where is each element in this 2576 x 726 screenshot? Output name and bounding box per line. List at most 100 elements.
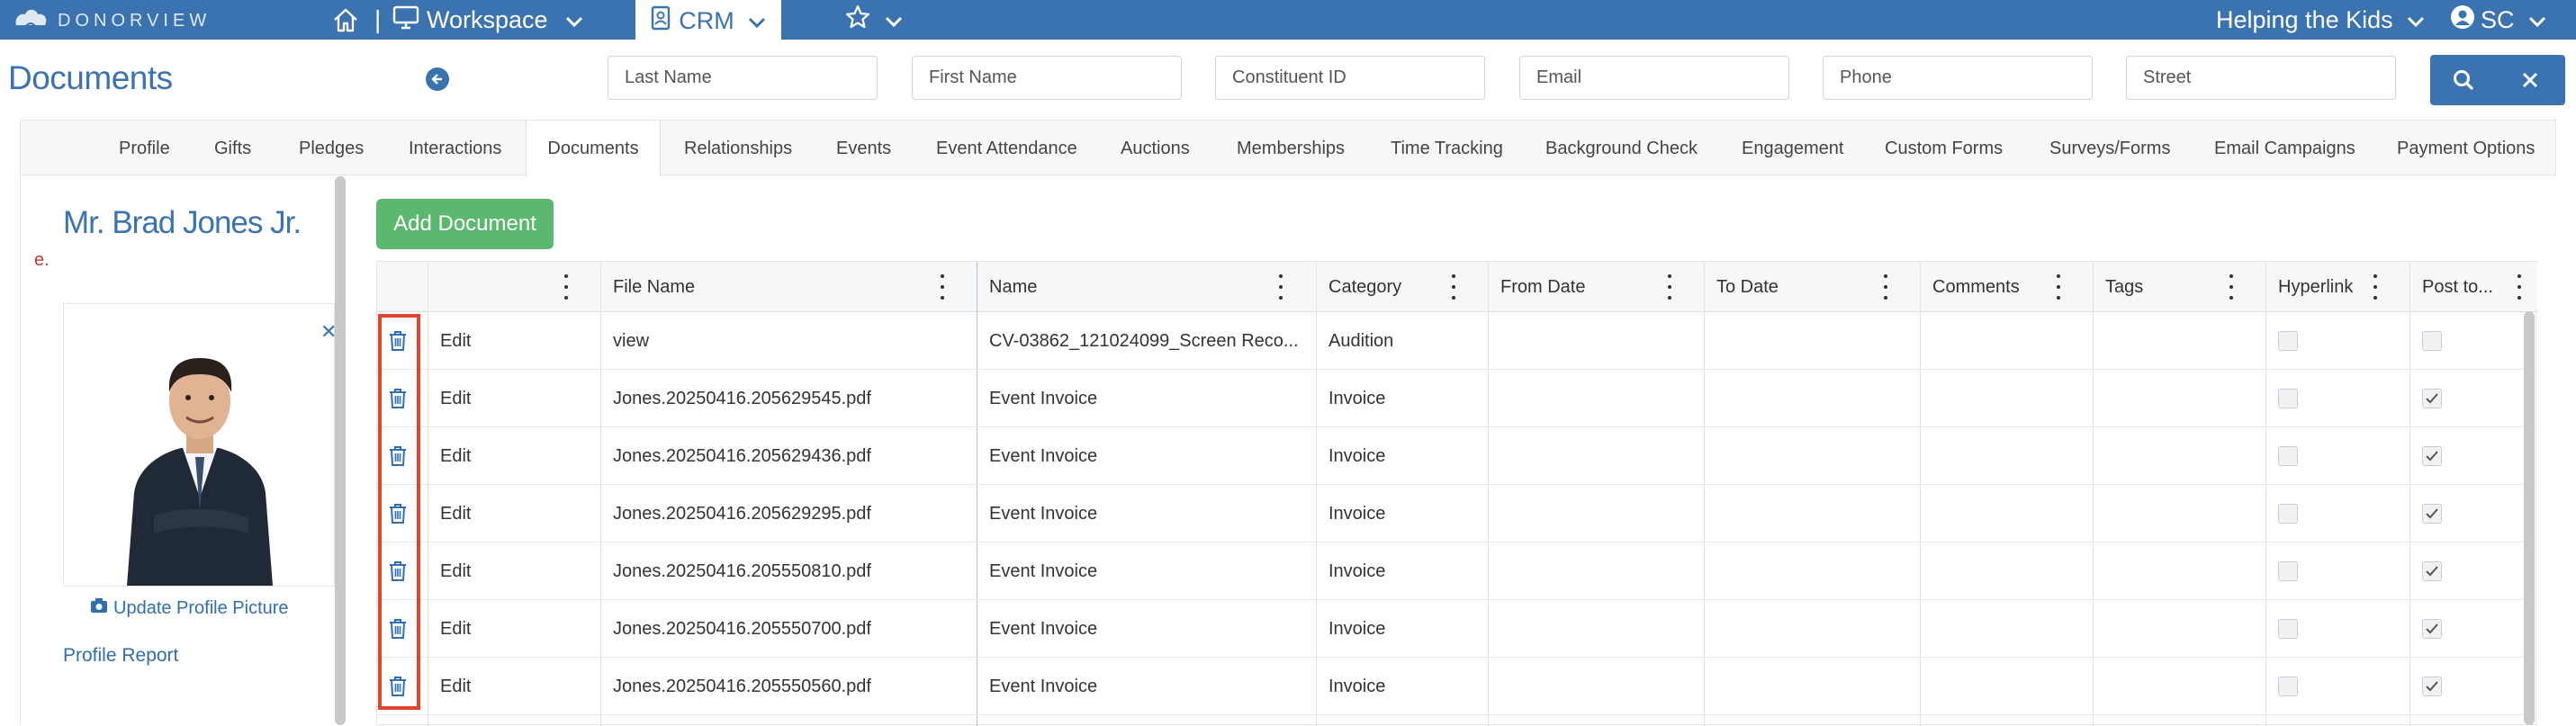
column-header-post-to[interactable]: Post to...	[2422, 262, 2493, 312]
document-category: Invoice	[1329, 388, 1386, 408]
edit-link[interactable]: Edit	[440, 370, 471, 427]
email-input[interactable]	[1519, 56, 1789, 100]
document-category: Invoice	[1329, 560, 1386, 581]
column-menu-icon[interactable]	[1448, 274, 1459, 300]
edit-link[interactable]: Edit	[440, 312, 471, 370]
search-icon[interactable]	[2452, 68, 2475, 96]
hyperlink-checkbox[interactable]	[2278, 619, 2298, 639]
tab-payment-options[interactable]: Payment Options	[2397, 121, 2535, 176]
clear-search-icon[interactable]	[2520, 70, 2540, 94]
post-to-checkbox[interactable]	[2422, 389, 2442, 408]
column-header-category[interactable]: Category	[1329, 262, 1401, 312]
constituent-name: Mr. Brad Jones Jr.	[63, 205, 302, 240]
column-menu-icon[interactable]	[2226, 274, 2237, 300]
column-header-file-name[interactable]: File Name	[613, 262, 695, 312]
profile-photo	[63, 303, 335, 587]
file-name-link[interactable]: Jones.20250416.205550700.pdf	[613, 600, 871, 658]
table-row: Edit Jones.20250416.205550810.pdf Event …	[377, 542, 2537, 600]
hyperlink-checkbox[interactable]	[2278, 446, 2298, 466]
file-name-link[interactable]: Jones.20250416.205629436.pdf	[613, 427, 871, 485]
nav-divider: |	[374, 5, 382, 33]
hyperlink-checkbox[interactable]	[2278, 331, 2298, 351]
column-header-to-date[interactable]: To Date	[1716, 262, 1779, 312]
column-menu-icon[interactable]	[1664, 274, 1675, 300]
remove-photo-icon[interactable]: ✕	[320, 320, 337, 344]
documents-grid: File Name Name Category From Date To Dat…	[376, 261, 2537, 726]
organization-menu[interactable]: Helping the Kids	[2216, 0, 2426, 40]
edit-link[interactable]: Edit	[440, 427, 471, 485]
column-header-tags[interactable]: Tags	[2105, 262, 2143, 312]
tab-time-tracking[interactable]: Time Tracking	[1391, 121, 1503, 176]
column-header-from-date[interactable]: From Date	[1500, 262, 1585, 312]
hyperlink-checkbox[interactable]	[2278, 504, 2298, 524]
edit-link[interactable]: Edit	[440, 658, 471, 715]
back-arrow-icon[interactable]	[426, 67, 449, 91]
brand-logo[interactable]: DONORVIEW	[13, 5, 211, 37]
column-menu-icon[interactable]	[1880, 274, 1891, 300]
profile-report-link[interactable]: Profile Report	[63, 645, 178, 667]
tab-documents[interactable]: Documents	[526, 121, 661, 177]
document-category: Invoice	[1329, 618, 1386, 639]
tab-memberships[interactable]: Memberships	[1237, 121, 1345, 176]
document-category: Invoice	[1329, 445, 1386, 466]
add-document-button[interactable]: Add Document	[376, 199, 554, 249]
tab-engagement[interactable]: Engagement	[1742, 121, 1843, 176]
user-initials: SC	[2481, 5, 2515, 33]
post-to-checkbox[interactable]	[2422, 677, 2442, 696]
top-nav-bar: DONORVIEW | Workspace CRM Helping the Ki…	[0, 0, 2576, 41]
edit-link[interactable]: Edit	[440, 485, 471, 542]
file-name-link[interactable]: Jones.20250416.205629545.pdf	[613, 370, 871, 427]
file-name-link[interactable]: view	[613, 312, 649, 370]
user-menu[interactable]: SC	[2450, 0, 2547, 40]
column-menu-icon[interactable]	[2053, 274, 2064, 300]
tab-background-check[interactable]: Background Check	[1545, 121, 1698, 176]
hyperlink-checkbox[interactable]	[2278, 677, 2298, 696]
crm-menu[interactable]: CRM	[635, 0, 781, 41]
tab-pledges[interactable]: Pledges	[299, 121, 364, 176]
column-header-hyperlink[interactable]: Hyperlink	[2278, 262, 2353, 312]
constituent-id-input[interactable]	[1215, 56, 1485, 100]
column-menu-icon[interactable]	[1275, 274, 1286, 300]
tab-surveys-forms[interactable]: Surveys/Forms	[2049, 121, 2170, 176]
workspace-menu[interactable]: Workspace	[392, 0, 584, 40]
document-name: Event Invoice	[989, 445, 1098, 466]
file-name-link[interactable]: Jones.20250416.205629295.pdf	[613, 485, 871, 542]
street-input[interactable]	[2126, 56, 2396, 100]
last-name-input[interactable]	[608, 56, 878, 100]
tab-profile[interactable]: Profile	[119, 121, 170, 176]
post-to-checkbox[interactable]	[2422, 446, 2442, 466]
home-icon[interactable]	[331, 0, 360, 40]
file-name-link[interactable]: Jones.20250416.205550560.pdf	[613, 658, 871, 715]
grid-scrollbar[interactable]	[2524, 311, 2535, 725]
tab-gifts[interactable]: Gifts	[214, 121, 251, 176]
tab-events[interactable]: Events	[836, 121, 891, 176]
column-menu-icon[interactable]	[561, 274, 572, 300]
post-to-checkbox[interactable]	[2422, 619, 2442, 639]
tab-auctions[interactable]: Auctions	[1121, 121, 1190, 176]
column-header-comments[interactable]: Comments	[1932, 262, 2020, 312]
favorites-menu[interactable]	[844, 0, 904, 40]
phone-input[interactable]	[1823, 56, 2093, 100]
column-menu-icon[interactable]	[2514, 274, 2525, 300]
post-to-checkbox[interactable]	[2422, 331, 2442, 351]
edit-link[interactable]: Edit	[440, 542, 471, 600]
post-to-checkbox[interactable]	[2422, 561, 2442, 581]
tab-email-campaigns[interactable]: Email Campaigns	[2214, 121, 2355, 176]
update-profile-picture-label: Update Profile Picture	[113, 597, 289, 618]
column-menu-icon[interactable]	[937, 274, 948, 300]
tab-custom-forms[interactable]: Custom Forms	[1885, 121, 2003, 176]
first-name-input[interactable]	[912, 56, 1182, 100]
tab-interactions[interactable]: Interactions	[409, 121, 501, 176]
hyperlink-checkbox[interactable]	[2278, 389, 2298, 408]
tab-relationships[interactable]: Relationships	[684, 121, 792, 176]
tab-event-attendance[interactable]: Event Attendance	[936, 121, 1077, 176]
update-profile-picture-link[interactable]: Update Profile Picture	[90, 597, 289, 619]
document-category: Invoice	[1329, 503, 1386, 524]
column-header-name[interactable]: Name	[989, 262, 1037, 312]
hyperlink-checkbox[interactable]	[2278, 561, 2298, 581]
edit-link[interactable]: Edit	[440, 600, 471, 658]
column-menu-icon[interactable]	[2370, 274, 2381, 300]
file-name-link[interactable]: Jones.20250416.205550810.pdf	[613, 542, 871, 600]
post-to-checkbox[interactable]	[2422, 504, 2442, 524]
profile-panel-scrollbar[interactable]	[335, 176, 346, 725]
